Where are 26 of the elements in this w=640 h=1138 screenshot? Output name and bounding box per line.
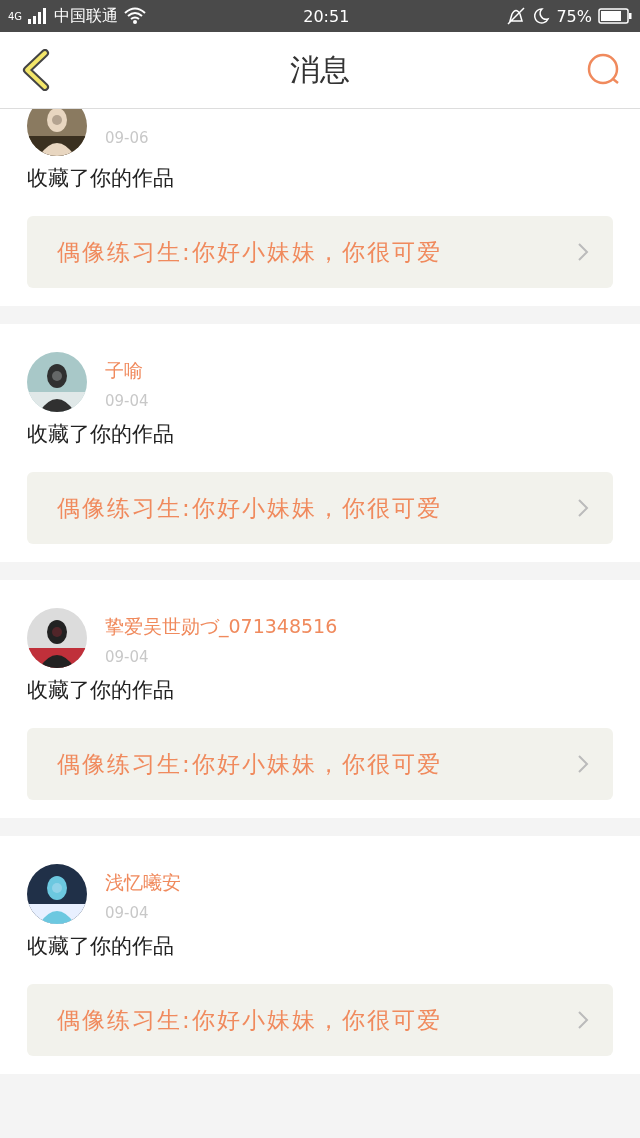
work-link[interactable]: 偶像练习生:你好小妹妹，你很可爱 (27, 472, 613, 544)
battery-percent: 75% (556, 6, 592, 26)
chevron-left-icon (21, 49, 51, 91)
wifi-icon (124, 7, 147, 25)
work-link[interactable]: 偶像练习生:你好小妹妹，你很可爱 (27, 984, 613, 1056)
clock-time: 20:51 (303, 6, 350, 26)
chevron-right-icon (577, 498, 589, 518)
message-text: 收藏了你的作品 (27, 165, 175, 192)
page-title: 消息 (290, 50, 350, 89)
user-name[interactable]: 挚爱吴世勋づ_071348516 (105, 614, 338, 640)
message-text: 收藏了你的作品 (27, 421, 175, 448)
bell-off-icon (506, 6, 527, 26)
battery-icon (598, 8, 632, 24)
chevron-right-icon (577, 754, 589, 774)
network-type: 4G (8, 10, 23, 22)
user-name[interactable]: 浅忆曦安 (105, 870, 181, 896)
moon-icon (532, 7, 551, 25)
signal-icon (28, 8, 49, 24)
message-text: 收藏了你的作品 (27, 933, 175, 960)
user-name[interactable]: 子喻 (105, 358, 149, 384)
message-text: 收藏了你的作品 (27, 677, 175, 704)
work-link[interactable]: 偶像练习生:你好小妹妹，你很可爱 (27, 216, 613, 288)
carrier-name: 中国联通 (54, 5, 119, 27)
chevron-right-icon (577, 1010, 589, 1030)
work-link[interactable]: 偶像练习生:你好小妹妹，你很可爱 (27, 728, 613, 800)
chevron-right-icon (577, 242, 589, 262)
